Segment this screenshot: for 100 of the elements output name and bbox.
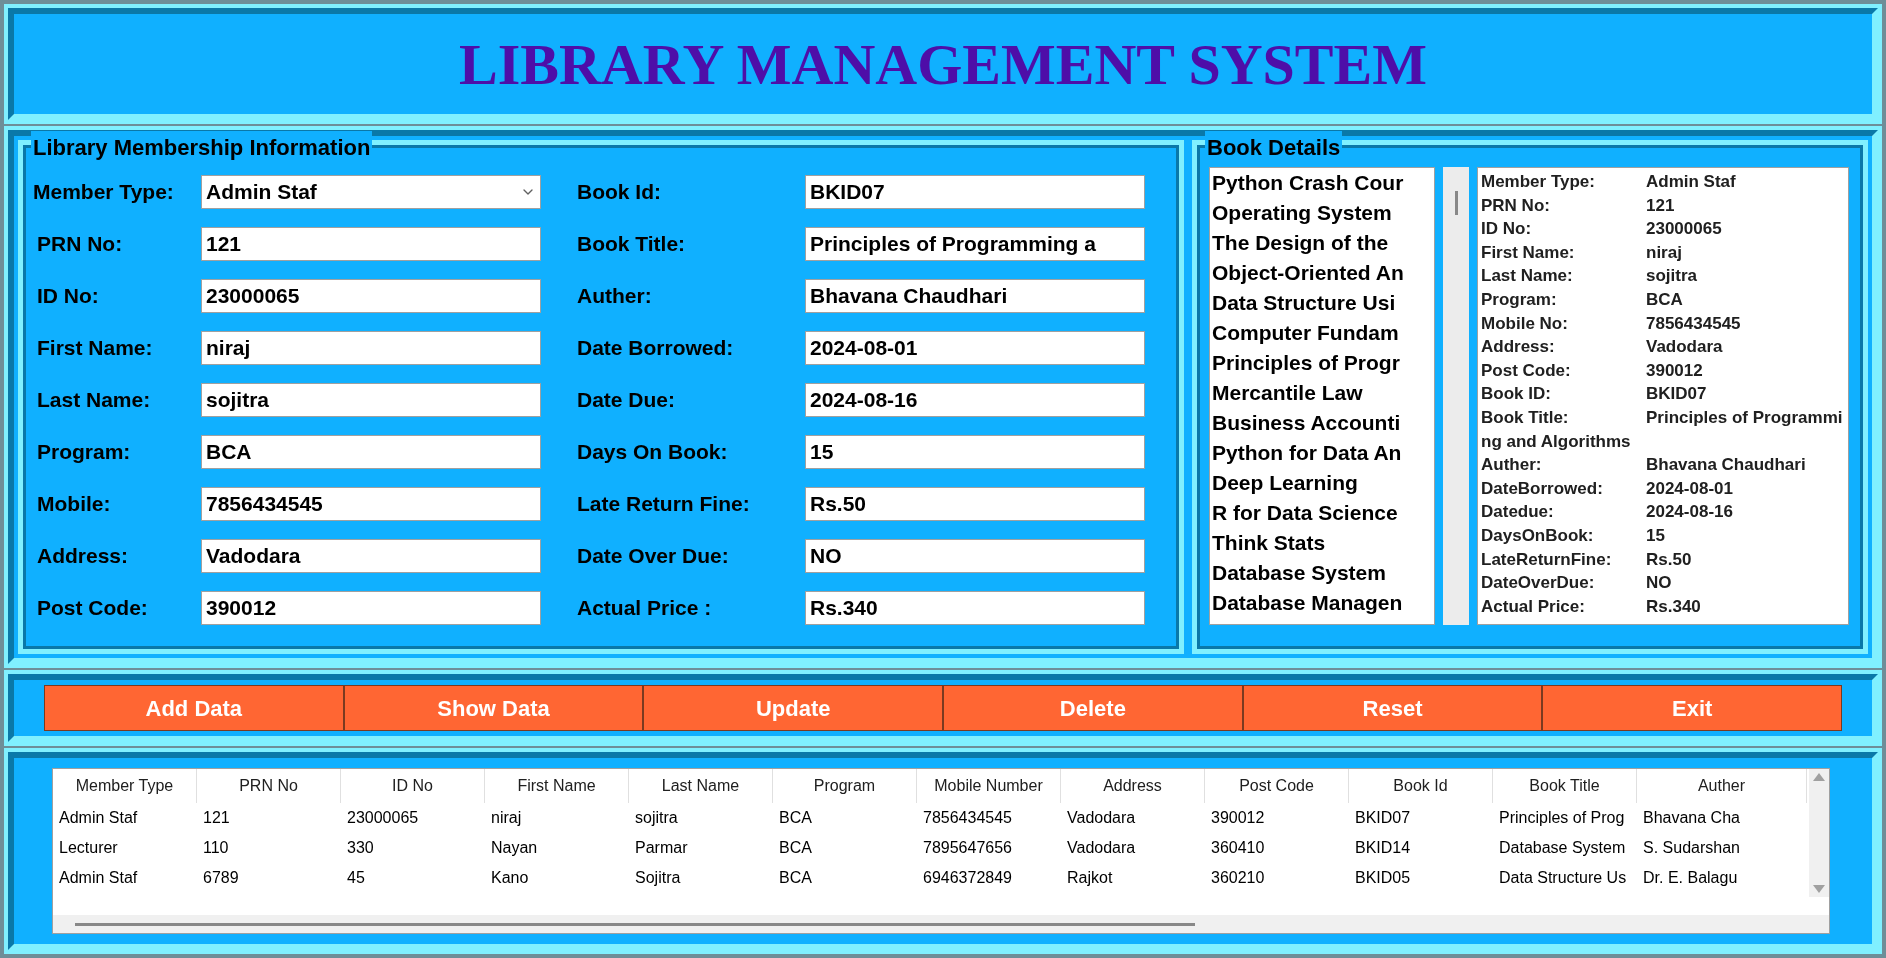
table-cell-text: 360410	[1210, 838, 1266, 858]
table-cell-text: 7856434545	[922, 808, 1013, 828]
book-list-item[interactable]: Principles of Progr	[1212, 348, 1434, 378]
input-field[interactable]: sojitra	[201, 383, 541, 417]
detail-line: Mobile No: 7856434545	[1481, 312, 1742, 335]
input-field[interactable]: Bhavana Chaudhari	[805, 279, 1145, 313]
input-field[interactable]: 15	[805, 435, 1145, 469]
field-label: Program:	[36, 439, 132, 466]
input-field[interactable]: NO	[805, 539, 1145, 573]
table-cell-text: Dr. E. Balagu	[1642, 868, 1739, 888]
field-label: Last Name:	[36, 387, 152, 414]
detail-line: Last Name: sojitra	[1481, 265, 1699, 288]
field-label: Book Title:	[576, 231, 687, 258]
column-header[interactable]: Member Type	[53, 769, 197, 803]
scroll-thumb[interactable]	[75, 922, 1195, 926]
table-cell-text: 121	[202, 808, 231, 828]
column-header[interactable]: Address	[1061, 769, 1205, 803]
down-arrow-icon[interactable]	[1813, 885, 1825, 893]
book-list-item[interactable]: Object-Oriented An	[1212, 258, 1434, 288]
field-label: Late Return Fine:	[576, 491, 751, 518]
book-list-item[interactable]: Database Managen	[1212, 588, 1434, 618]
column-header[interactable]: PRN No	[197, 769, 341, 803]
input-field[interactable]: BKID07	[805, 175, 1145, 209]
input-field[interactable]: 2024-08-01	[805, 331, 1145, 365]
column-header[interactable]: First Name	[485, 769, 629, 803]
table-cell-text: Admin Staf	[58, 808, 139, 828]
book-list-item[interactable]: Deep Learning	[1212, 468, 1434, 498]
horizontal-scrollbar[interactable]	[53, 915, 1829, 933]
table-cell-text: BCA	[778, 838, 813, 858]
detail-line: LateReturnFine: Rs.50	[1481, 548, 1693, 571]
input-field[interactable]: 23000065	[201, 279, 541, 313]
table-cell-text: 6946372849	[922, 868, 1013, 888]
table-cell-text: 390012	[1210, 808, 1266, 828]
field-label: Book Id:	[576, 179, 662, 206]
detail-line: Book Title: Principles of Programming and Algorithms	[1481, 406, 1844, 453]
input-field[interactable]: 121	[201, 227, 541, 261]
vertical-scrollbar[interactable]	[1809, 769, 1829, 897]
table-cell-text: BKID05	[1354, 868, 1412, 888]
field-label: Days On Book:	[576, 439, 729, 466]
table-cell-text: 23000065	[346, 808, 420, 828]
book-list-item[interactable]: Python Crash Cour	[1212, 168, 1434, 198]
column-header[interactable]: Post Code	[1205, 769, 1349, 803]
book-list-item[interactable]: Computer Fundam	[1212, 318, 1434, 348]
book-list-item[interactable]: The Design of the	[1212, 228, 1434, 258]
column-header[interactable]: Auther	[1637, 769, 1807, 803]
input-field[interactable]: Rs.340	[805, 591, 1145, 625]
field-label: Member Type:	[33, 179, 175, 206]
table-cell-text: Lecturer	[58, 838, 119, 858]
up-arrow-icon[interactable]	[1813, 773, 1825, 781]
table-cell-text: BKID07	[1354, 808, 1412, 828]
table-cell-text: 6789	[202, 868, 240, 888]
table-cell-text: S. Sudarshan	[1642, 838, 1741, 858]
column-header[interactable]: Program	[773, 769, 917, 803]
field-label: Auther:	[576, 283, 653, 310]
table-cell-text: Admin Staf	[58, 868, 139, 888]
input-field[interactable]: Vadodara	[201, 539, 541, 573]
input-field[interactable]: niraj	[201, 331, 541, 365]
book-list-item[interactable]: Database System	[1212, 558, 1434, 588]
table-cell-text: 110	[202, 838, 230, 858]
member-type-dropdown[interactable]: Admin Staf	[201, 175, 541, 209]
detail-line: Book ID: BKID07	[1481, 383, 1708, 406]
column-header[interactable]: Book Id	[1349, 769, 1493, 803]
book-list-item[interactable]: Operating System	[1212, 198, 1434, 228]
book-list-item[interactable]: Python for Data An	[1212, 438, 1434, 468]
table-cell-text: Bhavana Cha	[1642, 808, 1741, 828]
table-cell-text: Database System	[1498, 838, 1627, 858]
field-label: Actual Price :	[576, 595, 713, 622]
column-header[interactable]: ID No	[341, 769, 485, 803]
input-field[interactable]: BCA	[201, 435, 541, 469]
scrollbar[interactable]	[1443, 167, 1469, 625]
input-field[interactable]: 7856434545	[201, 487, 541, 521]
input-field[interactable]: 2024-08-16	[805, 383, 1145, 417]
input-field[interactable]: Rs.50	[805, 487, 1145, 521]
detail-line: ID No: 23000065	[1481, 218, 1723, 241]
book-list-item[interactable]: Think Stats	[1212, 528, 1434, 558]
field-label: Date Due:	[576, 387, 677, 414]
field-label: PRN No:	[36, 231, 124, 258]
book-list-item[interactable]: Data Structure Usi	[1212, 288, 1434, 318]
column-header[interactable]: Mobile Number	[917, 769, 1061, 803]
table-cell-text: BCA	[778, 808, 813, 828]
table-cell-text: Vadodara	[1066, 808, 1137, 828]
table-cell-text: sojitra	[634, 808, 679, 828]
field-label: Mobile:	[36, 491, 112, 518]
table-cell-text: Rajkot	[1066, 868, 1114, 888]
book-list-item[interactable]: Business Accounti	[1212, 408, 1434, 438]
detail-line: Program: BCA	[1481, 288, 1684, 311]
table-cell-text: BKID14	[1354, 838, 1412, 858]
book-list-item[interactable]: Mercantile Law	[1212, 378, 1434, 408]
column-header[interactable]: Book Title	[1493, 769, 1637, 803]
book-list-item[interactable]: R for Data Science	[1212, 498, 1434, 528]
table-cell-text: Parmar	[634, 838, 689, 858]
column-header[interactable]: Last Name	[629, 769, 773, 803]
table-cell-text: 360210	[1210, 868, 1266, 888]
table-cell-text: Data Structure Us	[1498, 868, 1628, 888]
table-cell-text: 45	[346, 868, 366, 888]
input-field[interactable]: Principles of Programming a	[805, 227, 1145, 261]
table-cell-text: Vadodara	[1066, 838, 1137, 858]
detail-line: PRN No: 121	[1481, 194, 1676, 217]
input-field[interactable]: 390012	[201, 591, 541, 625]
scroll-thumb[interactable]	[1454, 191, 1458, 215]
